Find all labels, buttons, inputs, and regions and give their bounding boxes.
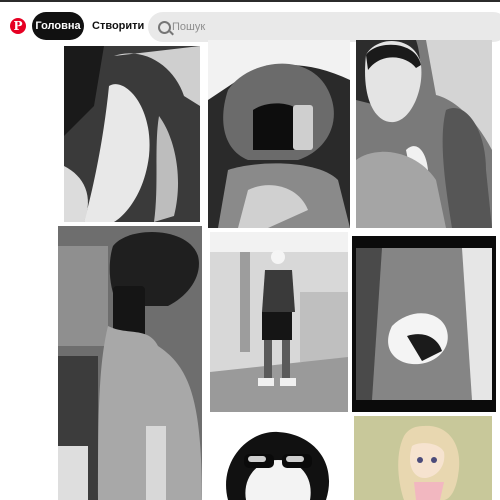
pinterest-logo-icon[interactable]: P [10,18,26,34]
photo-pin-man-standing-room-icon [210,232,348,412]
pin-image-lying-hallway[interactable] [352,236,496,412]
pin-image-hooded-figure[interactable] [208,40,350,228]
pin-image-anime-figure[interactable] [354,416,492,500]
search-input[interactable]: Пошук [172,12,205,42]
photo-pin-hand-gesture-icon [64,46,200,222]
pin-image-mirror-selfie[interactable] [58,226,202,500]
nav-create-button[interactable]: Створити [92,12,144,40]
pin-image-car-selfie[interactable] [356,40,492,228]
photo-pin-mirror-selfie-icon [58,226,202,500]
photo-pin-car-selfie-icon [356,40,492,228]
photo-pin-hooded-figure-icon [208,40,350,228]
search-bar[interactable]: Пошук [148,12,500,42]
pin-image-sunglasses-face[interactable] [208,422,348,500]
photo-pin-anime-figure-icon [354,416,492,500]
photo-pin-sunglasses-face-icon [208,422,348,500]
nav-home-button[interactable]: Головна [32,12,84,40]
pin-image-hand[interactable] [64,46,200,222]
search-icon [158,21,171,34]
photo-pin-lying-hallway-icon [352,236,496,412]
pin-image-man-standing[interactable] [210,232,348,412]
